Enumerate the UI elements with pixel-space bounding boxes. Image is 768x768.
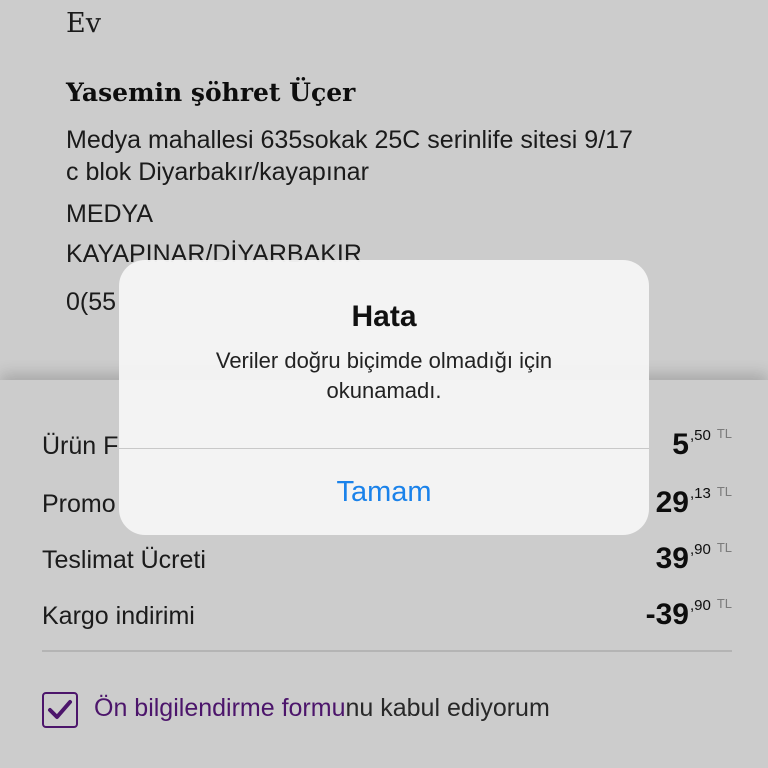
error-alert-dialog: Hata Veriler doğru biçimde olmadığı için…	[119, 260, 649, 535]
checkout-page: Ev Yasemin şöhret Üçer Medya mahallesi 6…	[0, 0, 768, 768]
alert-ok-button[interactable]: Tamam	[119, 449, 649, 535]
alert-message: Veriler doğru biçimde olmadığı için okun…	[215, 348, 553, 403]
alert-title: Hata	[351, 300, 417, 333]
